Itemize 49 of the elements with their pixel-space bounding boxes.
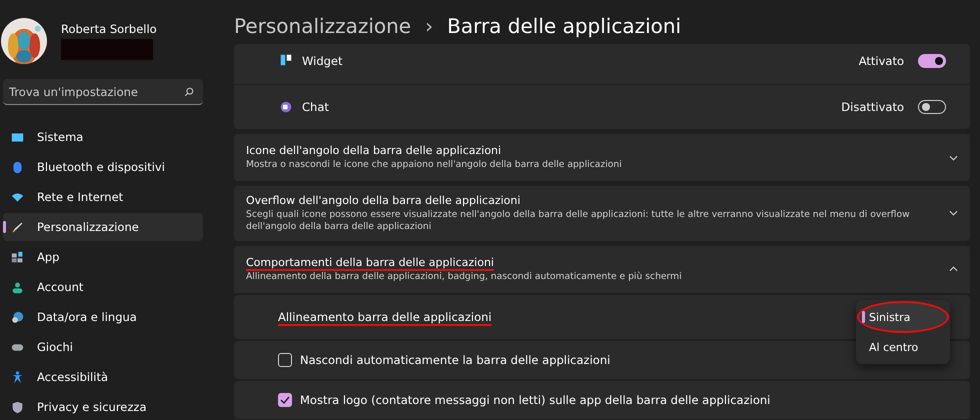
wifi-icon: [11, 190, 24, 204]
user-name: Roberta Sorbello: [61, 22, 157, 36]
search-icon: [184, 87, 194, 97]
monitor-icon: [11, 130, 24, 144]
chat-icon: [280, 101, 292, 113]
toggle-state: Disattivato: [841, 100, 904, 114]
sidebar-item[interactable]: Bluetooth e dispositivi: [3, 153, 203, 181]
sidebar-item[interactable]: Account: [3, 273, 203, 301]
section-title: Overflow dell'angolo della barra delle applicazioni: [246, 194, 522, 207]
apps-icon: [11, 250, 24, 264]
section-title: Icone dell'angolo della barra delle applicazioni: [246, 144, 502, 158]
breadcrumb-link[interactable]: Personalizzazione: [234, 14, 412, 38]
settings-section[interactable]: Icone dell'angolo della barra delle applicazioni Mostra o nascondi le icone che appaiono nell'angolo della barra delle applicazioni: [234, 134, 970, 181]
sidebar-item[interactable]: Accessibilità: [3, 363, 203, 391]
page-title: Barra delle applicazioni: [447, 14, 682, 38]
settings-section[interactable]: Comportamenti della barra delle applicazioni Allineamento della barra delle applicazioni, badging, nascondi automaticamente e più schermi: [234, 246, 970, 293]
section-title: Comportamenti della barra delle applicazioni: [246, 256, 495, 269]
shield-icon: [11, 400, 24, 414]
section-description: Mostra o nascondi le icone che appaiono nell'angolo della barra delle applicazioni: [246, 159, 623, 171]
brush-icon: [11, 220, 24, 234]
widget-icon: [280, 54, 292, 66]
sidebar-item[interactable]: App: [3, 243, 203, 271]
sidebar-item[interactable]: Data/ora e lingua: [3, 303, 203, 331]
checkbox-label: Mostra logo (contatore messaggi non letti) sulle app della barra delle applicazioni: [300, 392, 770, 407]
toggle-switch[interactable]: [918, 54, 946, 68]
checkbox[interactable]: [278, 392, 292, 407]
toggle-state: Attivato: [858, 54, 904, 68]
search-field[interactable]: Trova un'impostazione: [3, 79, 203, 105]
globe-clock-icon: [11, 310, 24, 324]
settings-section[interactable]: [234, 186, 970, 241]
sidebar-item[interactable]: Privacy e sicurezza: [3, 393, 203, 420]
person-icon: [11, 280, 24, 294]
checkbox[interactable]: [278, 352, 292, 367]
checkbox-label: Nascondi automaticamente la barra delle applicazioni: [300, 352, 610, 367]
setting-label: Allineamento barra delle applicazioni: [278, 310, 492, 324]
section-description: Allineamento della barra delle applicazioni, badging, nascondi automaticamente e più schermi: [246, 270, 683, 283]
menu-option[interactable]: Sinistra: [859, 303, 947, 331]
section-description: Scegli quali icone possono essere visualizzate nell'angolo della barra delle applicazioni: tutte le altre verranno visualizzate nel menu di overflow dell'angolo della barra delle applicazioni: [246, 209, 911, 233]
selection-indicator: [3, 221, 6, 233]
sidebar-item[interactable]: Giochi: [3, 333, 203, 361]
toggle-switch[interactable]: [918, 100, 946, 114]
sidebar-item[interactable]: Personalizzazione: [3, 213, 203, 241]
accessibility-icon: [11, 370, 24, 384]
setting-label: Widget: [302, 54, 344, 68]
sidebar-item[interactable]: Sistema: [3, 123, 203, 151]
menu-option[interactable]: Al centro: [859, 333, 947, 361]
sidebar-item[interactable]: Rete e Internet: [3, 183, 203, 211]
setting-label: Chat: [302, 100, 330, 114]
breadcrumb-separator: ›: [425, 14, 434, 38]
